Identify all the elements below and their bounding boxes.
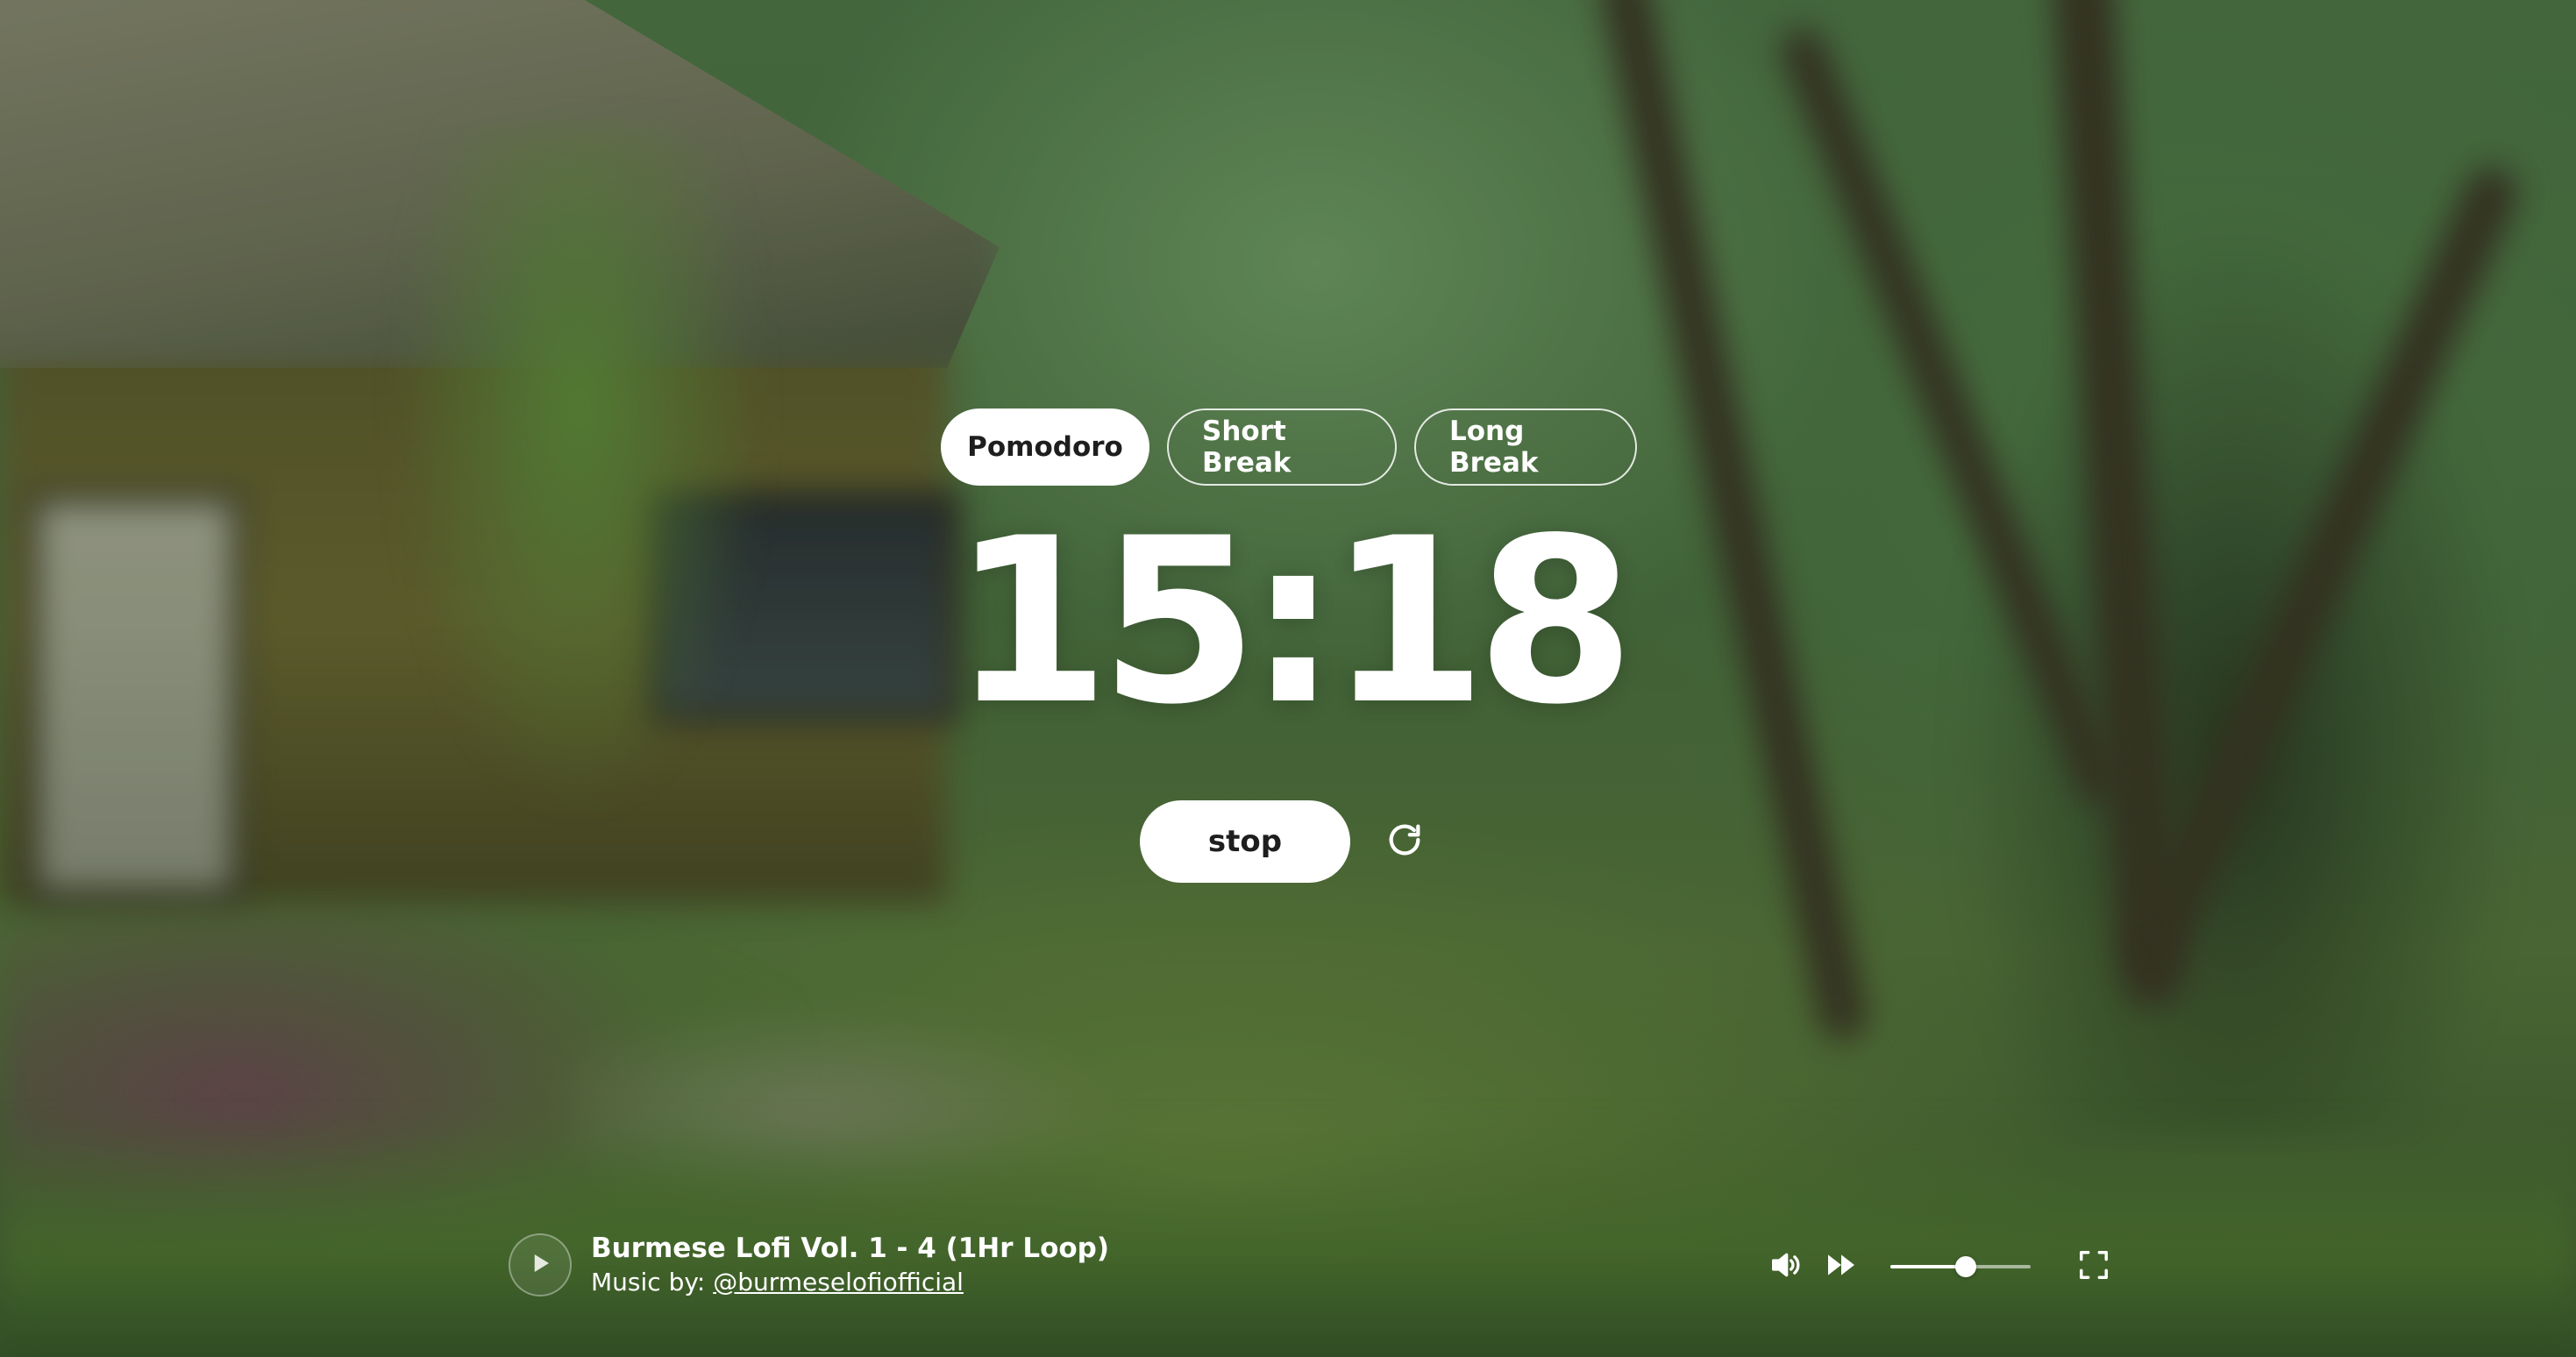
volume-button[interactable] xyxy=(1766,1247,1804,1286)
tab-pomodoro[interactable]: Pomodoro xyxy=(941,409,1149,486)
tab-short-break[interactable]: Short Break xyxy=(1167,409,1397,486)
skip-forward-icon xyxy=(1824,1247,1859,1286)
volume-icon xyxy=(1768,1247,1803,1286)
reset-icon xyxy=(1384,820,1425,863)
skip-forward-button[interactable] xyxy=(1822,1247,1861,1286)
volume-thumb[interactable] xyxy=(1955,1256,1977,1277)
track-credit: Music by: @burmeselofiofficial xyxy=(591,1268,1109,1297)
player-controls xyxy=(1766,1247,2113,1286)
reset-button[interactable] xyxy=(1382,819,1427,864)
credit-prefix: Music by: xyxy=(591,1268,706,1297)
play-button[interactable] xyxy=(509,1233,572,1297)
music-player: Burmese Lofi Vol. 1 - 4 (1Hr Loop) Music… xyxy=(509,1233,1109,1297)
artist-link[interactable]: @burmeselofiofficial xyxy=(713,1268,964,1297)
volume-slider[interactable] xyxy=(1890,1247,2031,1286)
timer-display: 15:18 xyxy=(951,490,1635,755)
track-info: Burmese Lofi Vol. 1 - 4 (1Hr Loop) Music… xyxy=(591,1233,1109,1297)
fullscreen-button[interactable] xyxy=(2074,1247,2113,1286)
stop-button[interactable]: stop xyxy=(1140,800,1350,883)
track-title: Burmese Lofi Vol. 1 - 4 (1Hr Loop) xyxy=(591,1233,1110,1264)
mode-tabs: Pomodoro Short Break Long Break xyxy=(941,409,1637,486)
play-icon xyxy=(527,1250,553,1280)
timer-controls: stop xyxy=(1140,800,1427,883)
app-stage: Pomodoro Short Break Long Break 15:18 st… xyxy=(0,0,2576,1357)
fullscreen-icon xyxy=(2077,1248,2110,1285)
tab-long-break[interactable]: Long Break xyxy=(1414,409,1637,486)
